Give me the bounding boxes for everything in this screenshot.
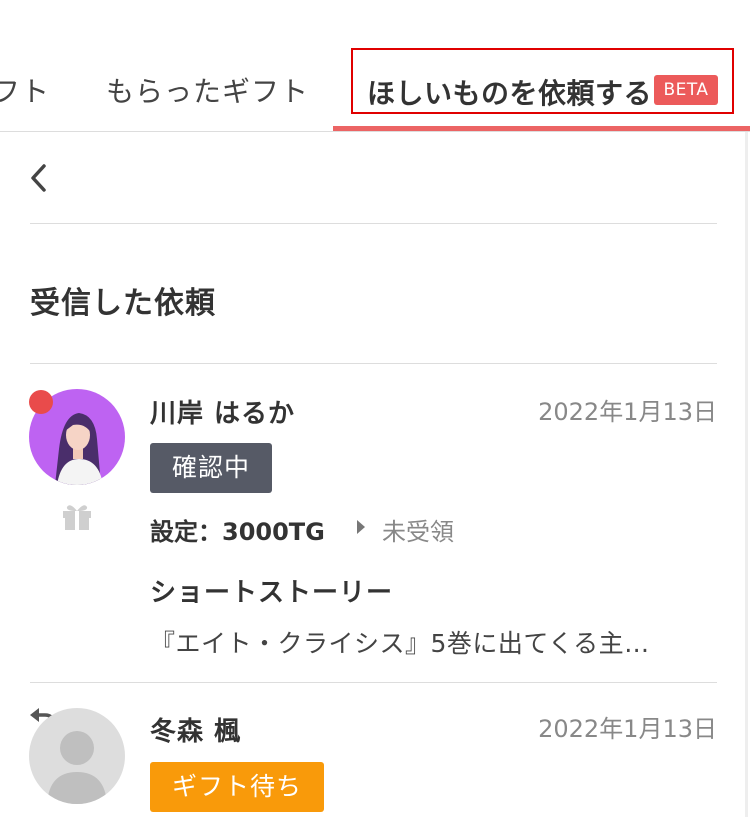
avatar-placeholder-image [29,708,125,804]
section-title: 受信した依頼 [30,286,216,321]
gift-icon [60,502,94,530]
avatar[interactable] [29,708,125,804]
status-badge: ギフト待ち [150,762,325,812]
status-badge: 確認中 [150,443,273,493]
back-button[interactable] [24,160,54,196]
caret-right-icon [357,520,365,534]
receipt-status: 未受領 [382,518,454,546]
tab-bar-divider [0,131,750,132]
price-setting: 設定：3000TG [150,518,325,546]
tab-sent-gifts[interactable]: フト [0,70,50,110]
tab-received-gifts[interactable]: もらったギフト [106,70,309,110]
tab-request-wishes[interactable]: ほしいものを依頼する BETA [351,48,734,114]
scrollbar-track[interactable] [745,132,748,817]
beta-badge: BETA [654,75,718,105]
item-divider [30,682,717,683]
request-snippet: 『エイト・クライシス』5巻に出てくる主… [150,629,650,658]
tab-bar: フト もらったギフト ほしいものを依頼する BETA [0,0,750,132]
section-divider [30,363,717,364]
header-divider [30,223,717,224]
unread-indicator [29,390,53,414]
request-title: ショートストーリー [150,578,394,608]
request-date: 2022年1月13日 [538,398,717,426]
tab-request-label: ほしいものを依頼する [367,77,653,110]
request-date: 2022年1月13日 [538,715,717,743]
chevron-left-icon [31,164,46,192]
sender-name: 川岸 はるか [150,399,296,429]
sender-name: 冬森 楓 [150,717,242,747]
